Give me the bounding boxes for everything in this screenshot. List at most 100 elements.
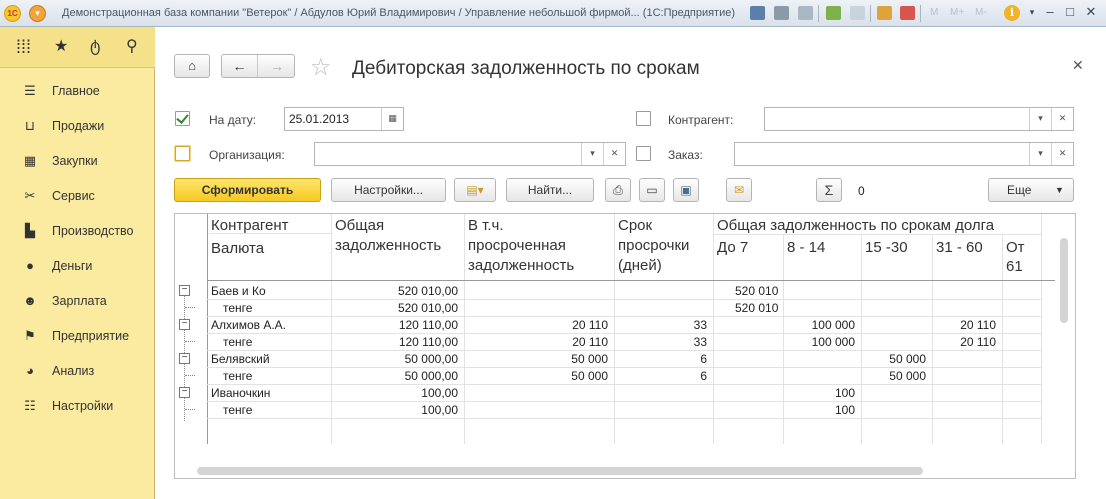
print-button[interactable]: ⎙	[605, 178, 631, 202]
sidebar-item-label: Анализ	[52, 364, 95, 378]
cell-total: 120 110,00	[398, 318, 458, 332]
date-value: 25.01.2013	[289, 112, 350, 126]
main-menu-icon[interactable]: ▾	[29, 5, 46, 22]
collapse-group-icon[interactable]: −	[179, 387, 190, 398]
sidebar-item-label: Предприятие	[52, 329, 130, 343]
preview-button[interactable]: ▭	[639, 178, 665, 202]
sidebar-item-production[interactable]: ▙ Производство	[0, 217, 155, 245]
cell-overdue: 50 000	[571, 352, 608, 366]
tree-connector	[185, 375, 195, 376]
collapse-group-icon[interactable]: −	[179, 353, 190, 364]
cell-total: 520 010,00	[397, 301, 458, 315]
cell-days: 6	[700, 369, 707, 383]
date-field[interactable]: 25.01.2013 ▦	[284, 107, 404, 131]
preview-icon[interactable]	[798, 6, 813, 20]
people-icon: ☻	[23, 293, 37, 308]
cell-days: 33	[693, 318, 707, 332]
nav-buttons: ← →	[221, 54, 295, 78]
counterparty-field[interactable]: ▾ ✕	[764, 107, 1074, 131]
memory-m-button[interactable]: M	[930, 7, 938, 18]
counterparty-checkbox[interactable]	[636, 111, 651, 126]
favorites-star-icon[interactable]: ★	[54, 39, 68, 55]
more-button[interactable]: Еще ▼	[988, 178, 1074, 202]
cell-b2: 100 000	[811, 335, 855, 349]
cell-total: 100,00	[421, 403, 458, 417]
link-icon[interactable]	[850, 6, 865, 20]
home-button[interactable]: ⌂	[174, 54, 210, 78]
apps-grid-icon[interactable]: ⁞⁞⁞	[16, 38, 31, 56]
organization-label: Организация:	[209, 148, 285, 162]
order-checkbox[interactable]	[636, 146, 651, 161]
calculator-icon[interactable]	[877, 6, 892, 20]
vertical-scrollbar[interactable]	[1060, 238, 1068, 323]
minimize-icon[interactable]: –	[1042, 4, 1058, 20]
memory-mplus-button[interactable]: M+	[950, 7, 964, 18]
horizontal-scrollbar[interactable]	[197, 467, 923, 475]
send-email-button[interactable]: ✉	[726, 178, 752, 202]
report-form: ⌂ ← → ☆ Дебиторская задолженность по сро…	[156, 27, 1106, 499]
order-dropdown-icon[interactable]: ▾	[1029, 143, 1051, 165]
maximize-icon[interactable]: □	[1062, 4, 1078, 20]
envelope-icon: ✉	[733, 183, 745, 197]
report-spreadsheet[interactable]: Контрагент Валюта Общая задолженность В …	[174, 213, 1076, 479]
cell-total: 520 010,00	[397, 284, 458, 298]
cell-overdue: 20 110	[572, 318, 608, 332]
sidebar-item-settings[interactable]: ☷ Настройки	[0, 392, 155, 420]
close-window-icon[interactable]: ✕	[1083, 4, 1099, 20]
sidebar-item-service[interactable]: ✂ Сервис	[0, 182, 155, 210]
factory-icon: ▙	[25, 223, 35, 238]
date-checkbox[interactable]	[175, 111, 190, 126]
order-clear-icon[interactable]: ✕	[1051, 143, 1073, 165]
organization-clear-icon[interactable]: ✕	[603, 143, 625, 165]
close-form-icon[interactable]: ✕	[1072, 57, 1084, 74]
sidebar-item-main[interactable]: ☰ Главное	[0, 77, 155, 105]
sidebar-item-sales[interactable]: ⊔ Продажи	[0, 112, 155, 140]
add-favorite-icon[interactable]	[826, 6, 841, 20]
collapse-group-icon[interactable]: −	[179, 319, 190, 330]
header-overdue-line2: просроченная	[468, 237, 566, 254]
sidebar-item-label: Сервис	[52, 189, 95, 203]
organization-field[interactable]: ▾ ✕	[314, 142, 626, 166]
order-field[interactable]: ▾ ✕	[734, 142, 1074, 166]
forward-button[interactable]: →	[259, 55, 295, 77]
header-aging-group: Общая задолженность по срокам долга	[717, 217, 995, 234]
memory-mminus-button[interactable]: M-	[975, 7, 987, 18]
sum-button[interactable]: Σ	[816, 178, 842, 202]
toolbar-separator	[870, 5, 871, 22]
toolbar-separator	[818, 5, 819, 22]
variants-button[interactable]: ▤▾	[454, 178, 496, 202]
settings-button[interactable]: Настройки...	[331, 178, 446, 202]
counterparty-dropdown-icon[interactable]: ▾	[1029, 108, 1051, 130]
print-icon[interactable]	[774, 6, 789, 20]
sidebar-item-salary[interactable]: ☻ Зарплата	[0, 287, 155, 315]
generate-button[interactable]: Сформировать	[174, 178, 321, 202]
back-button[interactable]: ←	[222, 55, 258, 77]
info-icon[interactable]: i	[1004, 5, 1020, 21]
sidebar-item-purchases[interactable]: ▦ Закупки	[0, 147, 155, 175]
calendar-icon[interactable]	[900, 6, 915, 20]
sidebar-item-label: Производство	[52, 224, 134, 238]
sidebar-item-label: Главное	[52, 84, 100, 98]
sidebar-item-analysis[interactable]: ◕ Анализ	[0, 357, 155, 385]
history-icon[interactable]: ტ	[90, 39, 100, 55]
sidebar-item-money[interactable]: ● Деньги	[0, 252, 155, 280]
header-currency: Валюта	[211, 240, 265, 257]
cell-total: 120 110,00	[398, 335, 458, 349]
info-dropdown-icon[interactable]: ▾	[1024, 4, 1040, 20]
counterparty-clear-icon[interactable]: ✕	[1051, 108, 1073, 130]
organization-dropdown-icon[interactable]: ▾	[581, 143, 603, 165]
collapse-group-icon[interactable]: −	[179, 285, 190, 296]
cell-b2: 100 000	[811, 318, 855, 332]
sidebar-item-enterprise[interactable]: ⚑ Предприятие	[0, 322, 155, 350]
save-button[interactable]: ▣	[673, 178, 699, 202]
app-logo-icon: 1С	[4, 5, 21, 22]
calendar-picker-icon[interactable]: ▦	[381, 108, 403, 130]
favorite-star-icon[interactable]: ☆	[310, 54, 332, 82]
find-button[interactable]: Найти...	[506, 178, 594, 202]
cell-total: 100,00	[421, 386, 458, 400]
search-icon[interactable]: ⚲	[126, 39, 138, 55]
header-days-line3: (дней)	[618, 257, 662, 274]
save-icon[interactable]	[750, 6, 765, 20]
organization-checkbox[interactable]	[175, 146, 190, 161]
cell-overdue: 50 000	[571, 369, 608, 383]
